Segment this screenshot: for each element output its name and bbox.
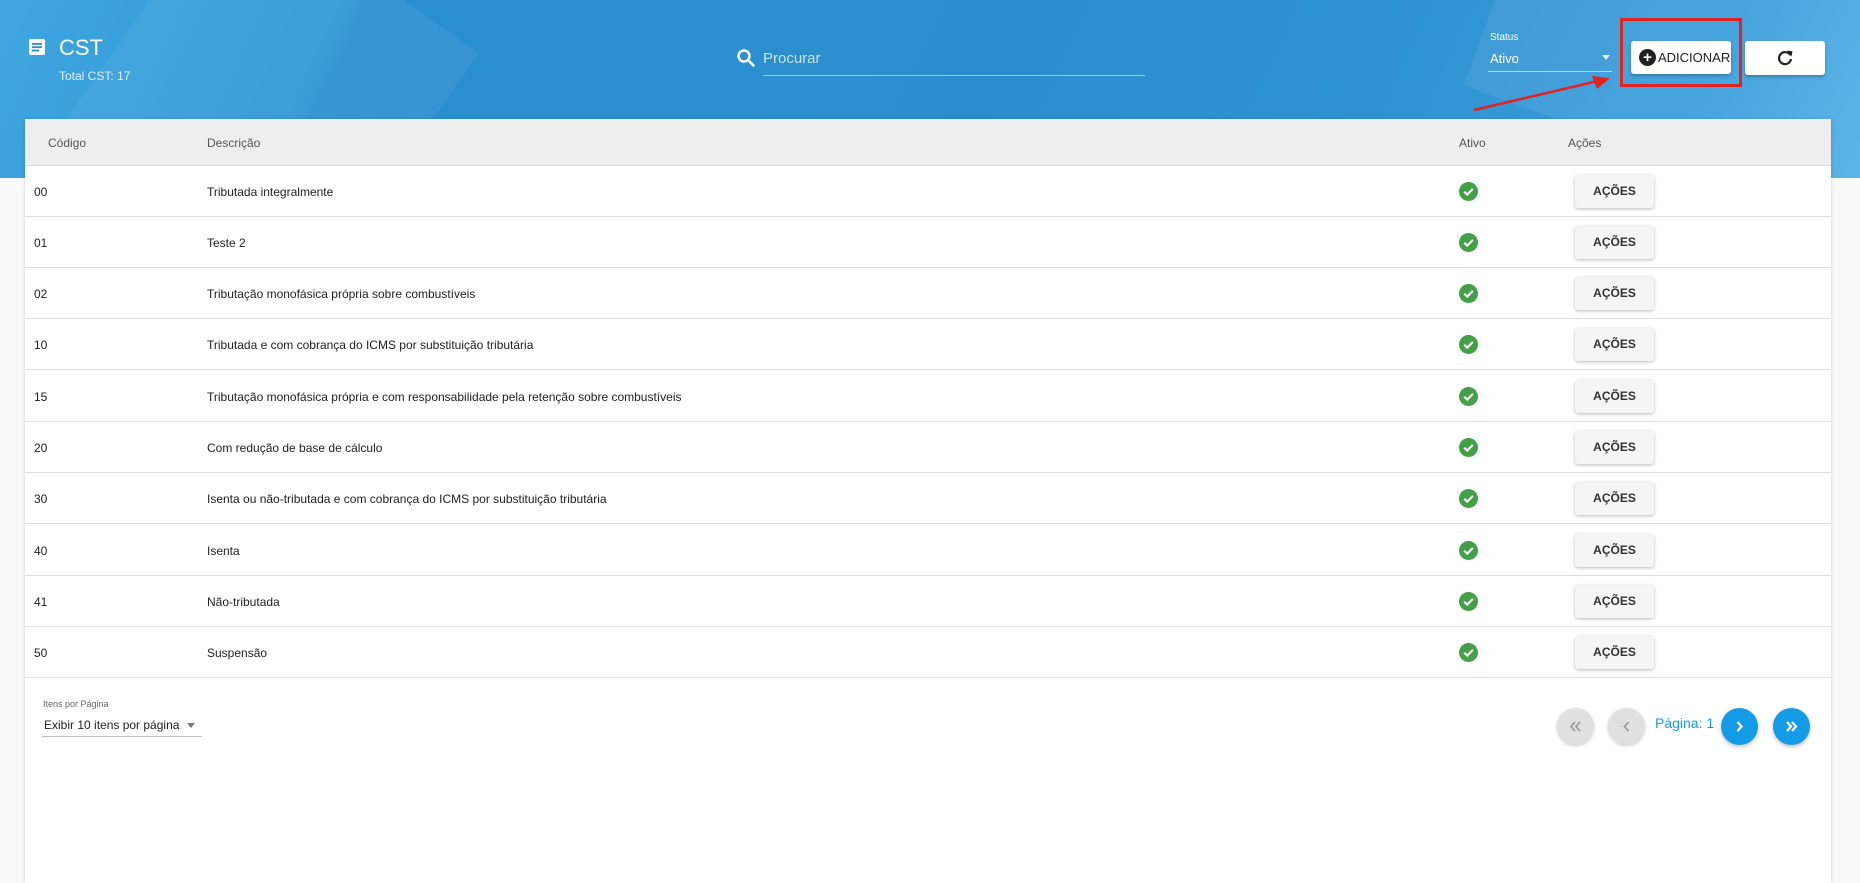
table-row: 01 Teste 2 AÇÕES [25,217,1831,268]
cell-codigo: 15 [34,390,48,404]
cell-descricao: Tributação monofásica própria e com resp… [207,390,682,404]
table-row: 50 Suspensão AÇÕES [25,627,1831,678]
table-row: 40 Isenta AÇÕES [25,525,1831,576]
double-chevron-left-icon [1569,721,1581,732]
caret-down-icon [1602,55,1610,60]
refresh-icon [1777,50,1793,66]
acoes-button[interactable]: AÇÕES [1575,534,1654,567]
acoes-button[interactable]: AÇÕES [1575,226,1654,259]
table-row: 20 Com redução de base de cálculo AÇÕES [25,422,1831,473]
cell-descricao: Teste 2 [207,236,246,250]
table-header: Código Descrição Ativo Ações [25,119,1831,166]
cell-codigo: 02 [34,287,48,301]
status-select[interactable]: Ativo [1488,48,1612,72]
acoes-button[interactable]: AÇÕES [1575,585,1654,618]
items-per-page-label: Itens por Página [43,699,109,709]
status-select-value: Ativo [1490,51,1519,66]
acoes-button[interactable]: AÇÕES [1575,636,1654,669]
acoes-button[interactable]: AÇÕES [1575,431,1654,464]
cell-codigo: 10 [34,338,48,352]
cell-codigo: 01 [34,236,48,250]
acoes-button[interactable]: AÇÕES [1575,328,1654,361]
table-row: 15 Tributação monofásica própria e com r… [25,371,1831,422]
annotation-highlight-box [1620,18,1742,87]
table-row: 00 Tributada integralmente AÇÕES [25,166,1831,217]
search-icon [737,49,755,67]
cell-codigo: 00 [34,185,48,199]
check-circle-icon [1459,592,1478,611]
page-indicator: Página: 1 [1655,715,1715,731]
double-chevron-right-icon [1786,721,1798,732]
refresh-button[interactable] [1745,41,1825,75]
check-circle-icon [1459,233,1478,252]
column-header-descricao[interactable]: Descrição [207,136,260,150]
table-row: 10 Tributada e com cobrança do ICMS por … [25,319,1831,370]
chevron-left-icon [1623,721,1630,732]
cell-descricao: Isenta ou não-tributada e com cobrança d… [207,492,607,506]
cell-codigo: 30 [34,492,48,506]
search-field [763,44,1145,76]
previous-page-button[interactable] [1608,708,1645,745]
search-input[interactable] [763,44,1145,72]
cell-descricao: Suspensão [207,646,268,660]
acoes-button[interactable]: AÇÕES [1575,482,1654,515]
acoes-button[interactable]: AÇÕES [1575,175,1654,208]
check-circle-icon [1459,284,1478,303]
check-circle-icon [1459,643,1478,662]
chevron-right-icon [1736,721,1743,732]
document-icon [29,39,45,55]
column-header-codigo[interactable]: Código [48,136,86,150]
items-per-page-select[interactable]: Exibir 10 itens por página [42,714,202,737]
check-circle-icon [1459,387,1478,406]
cell-codigo: 41 [34,595,48,609]
last-page-button[interactable] [1773,708,1810,745]
total-count: Total CST: 17 [59,69,131,83]
cell-descricao: Não-tributada [207,595,280,609]
cell-descricao: Tributação monofásica própria sobre comb… [207,287,476,301]
cell-descricao: Tributada e com cobrança do ICMS por sub… [207,338,534,352]
items-per-page-value: Exibir 10 itens por página [44,718,180,732]
next-page-button[interactable] [1721,708,1758,745]
check-circle-icon [1459,489,1478,508]
acoes-button[interactable]: AÇÕES [1575,277,1654,310]
check-circle-icon [1459,182,1478,201]
column-header-ativo[interactable]: Ativo [1459,136,1486,150]
table-row: 30 Isenta ou não-tributada e com cobranç… [25,473,1831,524]
page-title: CST [59,35,103,60]
column-header-acoes: Ações [1568,136,1602,150]
cell-descricao: Tributada integralmente [207,185,334,199]
check-circle-icon [1459,335,1478,354]
cell-descricao: Isenta [207,544,240,558]
cst-table-card: Código Descrição Ativo Ações 00 Tributad… [25,119,1831,883]
first-page-button[interactable] [1557,708,1594,745]
caret-down-icon [187,723,195,728]
table-row: 41 Não-tributada AÇÕES [25,576,1831,627]
cell-codigo: 40 [34,544,48,558]
cell-codigo: 50 [34,646,48,660]
check-circle-icon [1459,541,1478,560]
status-label: Status [1490,32,1519,43]
acoes-button[interactable]: AÇÕES [1575,380,1654,413]
cell-descricao: Com redução de base de cálculo [207,441,383,455]
check-circle-icon [1459,438,1478,457]
cell-codigo: 20 [34,441,48,455]
annotation-arrow [1473,76,1610,112]
table-row: 02 Tributação monofásica própria sobre c… [25,268,1831,319]
